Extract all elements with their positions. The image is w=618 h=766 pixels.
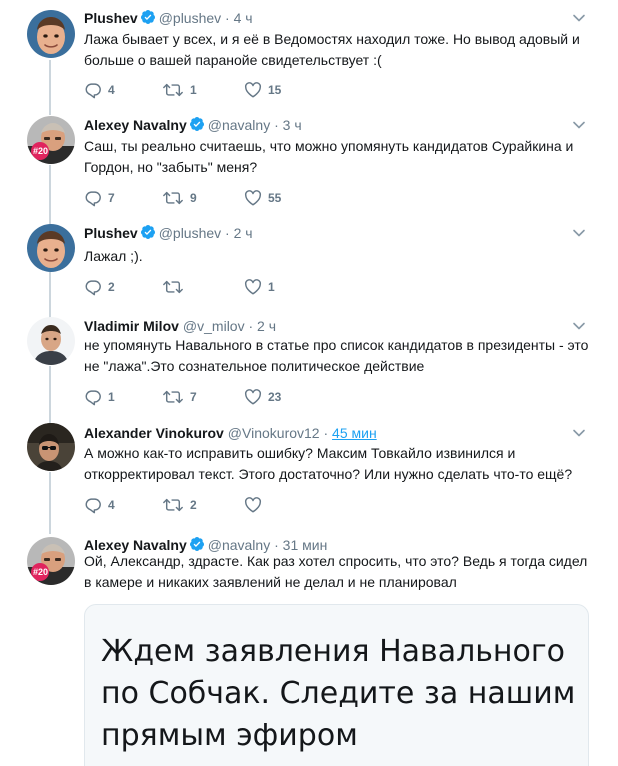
retweet-icon <box>162 388 184 406</box>
tweet-text: Саш, ты реально считаешь, что можно упом… <box>84 138 574 175</box>
verified-badge-icon <box>140 224 156 240</box>
chevron-down-icon[interactable] <box>572 319 586 333</box>
avatar[interactable] <box>27 423 75 471</box>
retweet-button[interactable]: 9 <box>162 188 197 208</box>
verified-badge-icon <box>189 116 205 132</box>
like-button[interactable]: 55 <box>244 188 281 208</box>
tweet-timestamp[interactable]: 2 ч <box>234 225 253 241</box>
avatar-badge: #20 <box>33 567 49 577</box>
tweet-timestamp[interactable]: 3 ч <box>283 117 302 133</box>
like-count: 55 <box>268 191 282 205</box>
tweet-actions: 7 9 55 <box>84 188 384 208</box>
avatar[interactable] <box>27 10 75 58</box>
retweet-button[interactable]: 2 <box>162 495 197 515</box>
retweet-icon <box>162 189 184 207</box>
like-button[interactable] <box>244 495 268 515</box>
chevron-down-icon[interactable] <box>572 426 586 440</box>
like-button[interactable]: 1 <box>244 277 275 297</box>
verified-badge-icon <box>189 536 205 552</box>
display-name[interactable]: Plushev <box>84 10 138 26</box>
media-card[interactable]: Ждем заявления Навального по Собчак. Сле… <box>84 604 589 766</box>
tweet[interactable]: Plushev @plushev · 2 ч Лажал ;). 2 1 <box>0 218 618 314</box>
display-name[interactable]: Vladimir Milov <box>84 318 179 334</box>
reply-button[interactable]: 4 <box>84 80 115 100</box>
reply-count: 7 <box>108 191 115 205</box>
avatar[interactable] <box>27 317 75 365</box>
tweet-timestamp[interactable]: 2 ч <box>257 318 276 334</box>
reply-button[interactable]: 7 <box>84 188 115 208</box>
like-count: 1 <box>268 280 275 294</box>
like-icon <box>244 388 262 406</box>
tweet-actions: 4 2 <box>84 495 384 515</box>
chevron-down-icon[interactable] <box>572 118 586 132</box>
tweet[interactable]: Plushev @plushev · 4 ч Лажа бывает у всех… <box>0 0 618 110</box>
media-card-text: Ждем заявления Навального по Собчак. Сле… <box>101 634 576 753</box>
tweet[interactable]: Vladimir Milov @v_milov · 2 ч не упомянут… <box>0 314 618 420</box>
tweet-text: Ой, Александр, здрасте. Как раз хотел сп… <box>84 553 588 590</box>
tweet-text: Лажа бывает у всех, и я её в Ведомостях … <box>84 31 580 68</box>
reply-button[interactable]: 2 <box>84 277 115 297</box>
retweet-icon <box>162 496 184 514</box>
reply-icon <box>84 189 102 207</box>
retweet-button[interactable]: 1 <box>162 80 197 100</box>
tweet-header: Plushev @plushev · 2 ч <box>84 224 253 241</box>
retweet-button[interactable]: 7 <box>162 387 197 407</box>
reply-count: 4 <box>108 83 115 97</box>
reply-icon <box>84 278 102 296</box>
tweet-header: Plushev @plushev · 4 ч <box>84 9 253 26</box>
tweet-header: Vladimir Milov @v_milov · 2 ч <box>84 318 277 334</box>
tweet[interactable]: Alexander Vinokurov @Vinokurov12 · 45 мин… <box>0 420 618 530</box>
tweet-actions: 1 7 23 <box>84 387 384 407</box>
retweet-count: 7 <box>190 390 197 404</box>
reply-button[interactable]: 1 <box>84 387 115 407</box>
retweet-icon <box>162 278 184 296</box>
avatar[interactable]: #20 <box>27 116 75 164</box>
like-icon <box>244 189 262 207</box>
tweet-text: не упомянуть Навального в статье про спи… <box>84 337 589 374</box>
avatar[interactable]: #20 <box>27 537 75 585</box>
reply-icon <box>84 81 102 99</box>
tweet-header: Alexander Vinokurov @Vinokurov12 · 45 мин <box>84 425 377 441</box>
display-name[interactable]: Alexey Navalny <box>84 117 187 133</box>
retweet-count: 2 <box>190 498 197 512</box>
like-count: 23 <box>268 390 282 404</box>
reply-icon <box>84 496 102 514</box>
user-handle[interactable]: @navalny <box>208 117 270 133</box>
user-handle[interactable]: @Vinokurov12 <box>228 425 320 441</box>
avatar[interactable] <box>27 224 75 272</box>
like-count: 15 <box>268 83 282 97</box>
like-button[interactable]: 23 <box>244 387 281 407</box>
like-icon <box>244 81 262 99</box>
retweet-count: 9 <box>190 191 197 205</box>
tweet-actions: 2 1 <box>84 277 384 297</box>
tweet-text: Лажал ;). <box>84 248 143 264</box>
retweet-icon <box>162 81 184 99</box>
user-handle[interactable]: @plushev <box>159 10 221 26</box>
retweet-button[interactable] <box>162 277 190 297</box>
reply-icon <box>84 388 102 406</box>
tweet-header: Alexey Navalny @navalny · 3 ч <box>84 116 302 133</box>
avatar-badge: #20 <box>33 146 49 156</box>
reply-count: 4 <box>108 498 115 512</box>
tweet-text: А можно как-то исправить ошибку? Максим … <box>84 445 573 482</box>
chevron-down-icon[interactable] <box>572 11 586 25</box>
tweet-timestamp[interactable]: 45 мин <box>332 425 377 441</box>
tweet[interactable]: #20 Alexey Navalny @navalny · 3 ч Саш, ты… <box>0 110 618 218</box>
like-icon <box>244 496 262 514</box>
like-icon <box>244 278 262 296</box>
retweet-count: 1 <box>190 83 197 97</box>
display-name[interactable]: Alexander Vinokurov <box>84 425 224 441</box>
reply-button[interactable]: 4 <box>84 495 115 515</box>
like-button[interactable]: 15 <box>244 80 281 100</box>
user-handle[interactable]: @plushev <box>159 225 221 241</box>
chevron-down-icon[interactable] <box>572 226 586 240</box>
display-name[interactable]: Plushev <box>84 225 138 241</box>
user-handle[interactable]: @v_milov <box>183 318 245 334</box>
reply-count: 1 <box>108 390 115 404</box>
reply-count: 2 <box>108 280 115 294</box>
tweet-actions: 4 1 15 <box>84 80 384 100</box>
verified-badge-icon <box>140 9 156 25</box>
tweet-timestamp[interactable]: 4 ч <box>234 10 253 26</box>
